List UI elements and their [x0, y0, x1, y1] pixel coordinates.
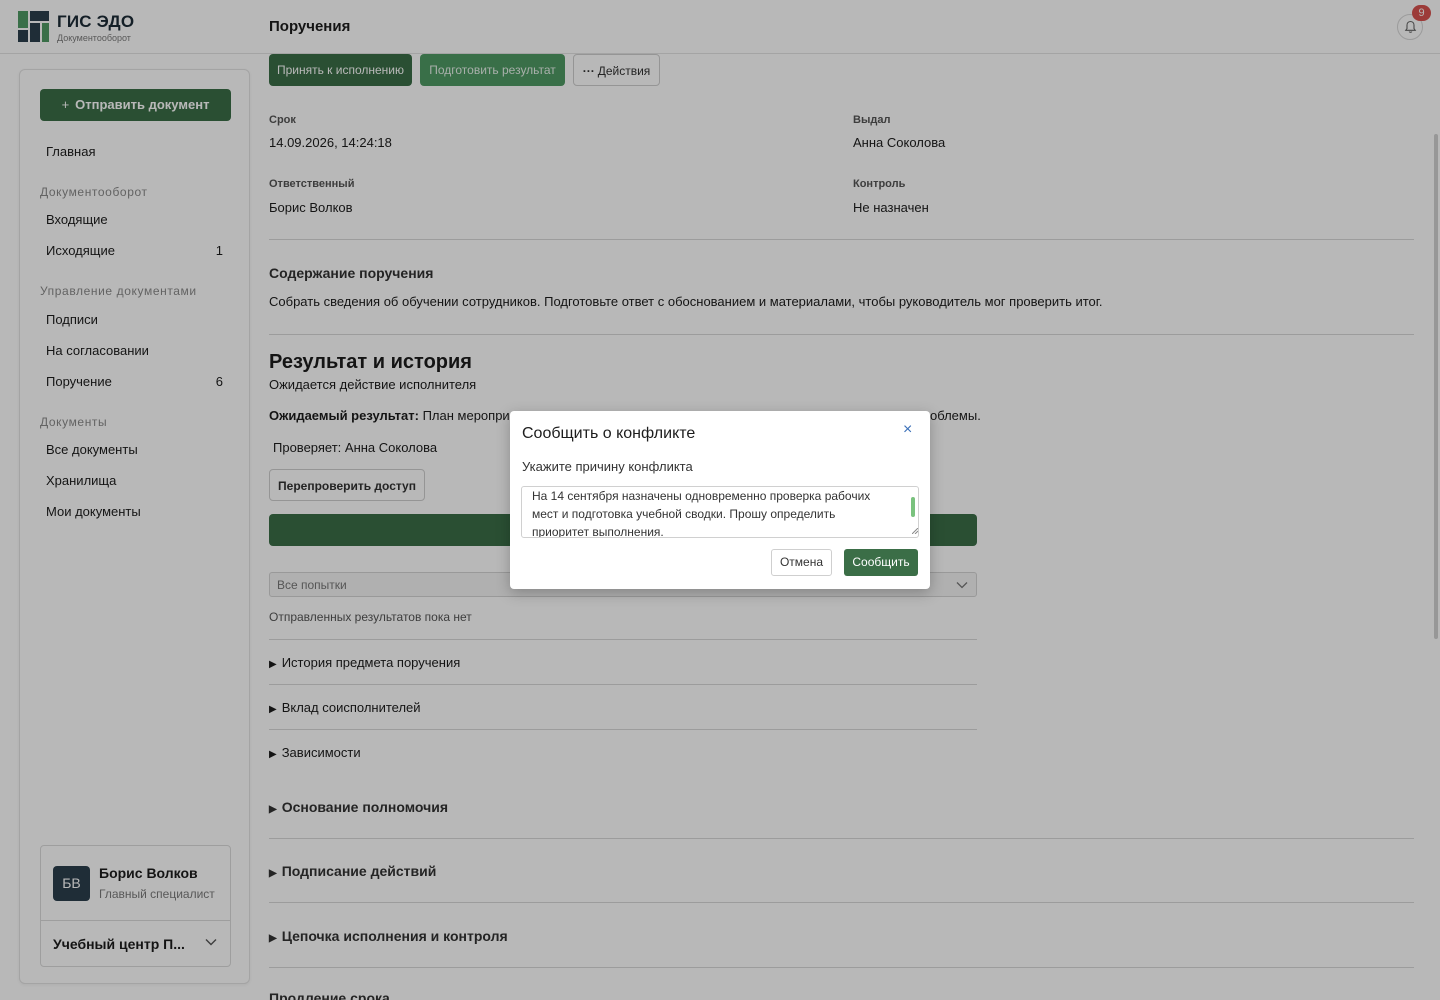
close-icon[interactable]: × — [903, 421, 912, 439]
resize-handle-icon[interactable] — [912, 528, 918, 534]
conflict-reason-input[interactable]: На 14 сентября назначены одновременно пр… — [521, 486, 919, 538]
conflict-reason-label: Укажите причину конфликта — [522, 459, 693, 474]
report-button[interactable]: Сообщить — [844, 549, 918, 576]
cancel-button[interactable]: Отмена — [771, 549, 832, 576]
conflict-dialog: Сообщить о конфликте × Укажите причину к… — [510, 411, 930, 589]
dialog-title: Сообщить о конфликте — [522, 425, 696, 442]
textarea-scrollbar[interactable] — [911, 497, 915, 517]
